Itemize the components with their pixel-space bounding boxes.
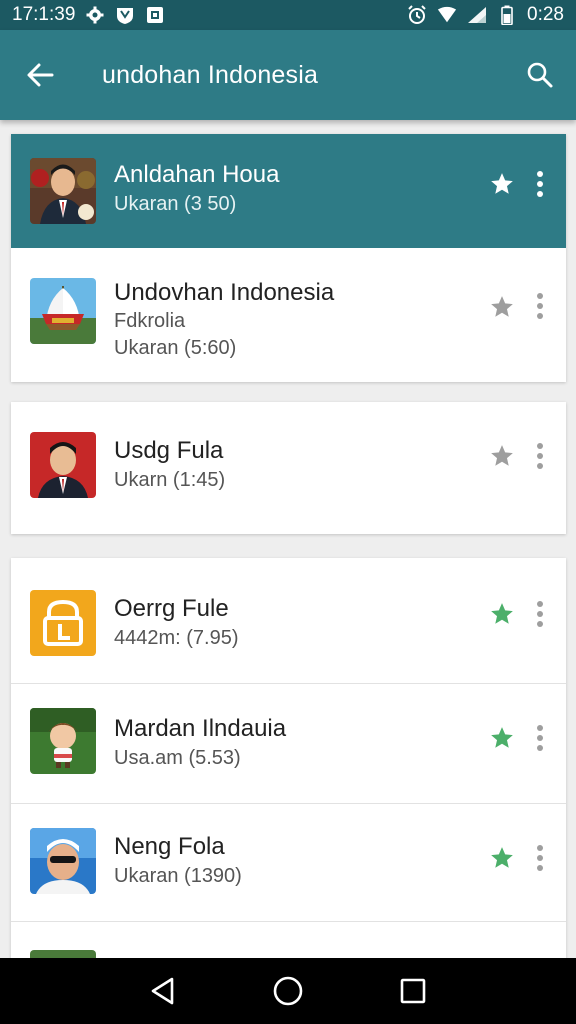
more-vert-icon <box>537 601 543 627</box>
star-icon <box>491 296 513 317</box>
item-title: Anldahan Houa <box>114 161 280 188</box>
star-icon <box>491 445 513 466</box>
nav-recents-button[interactable] <box>388 966 438 1016</box>
nav-back-button[interactable] <box>138 966 188 1016</box>
more-vert-icon <box>537 443 543 469</box>
list-item[interactable]: Undovhan Indonesia Fdkrolia Ukaran (5:60… <box>11 248 566 382</box>
item-title: Neng Fola <box>114 833 225 860</box>
nav-recents-icon <box>401 978 426 1004</box>
star-icon <box>491 603 513 624</box>
item-subtitle: 4442m: (7.95) <box>114 627 239 649</box>
more-vert-icon <box>537 725 543 751</box>
list-card: Oerrg Fule 4442m: (7.95) Mardan Ilndauia… <box>11 558 566 968</box>
item-thumbnail <box>30 432 96 498</box>
back-button[interactable] <box>0 30 80 120</box>
search-icon <box>527 62 553 88</box>
list-item[interactable]: Usdg Fula Ukarn (1:45) <box>11 402 566 534</box>
item-thumbnail <box>30 590 96 656</box>
more-options-button[interactable] <box>528 720 552 756</box>
item-subtitle: Ukaran (3 50) <box>114 193 237 215</box>
settings-notification-icon <box>85 5 105 25</box>
app-icon <box>30 590 96 656</box>
more-options-button[interactable] <box>528 166 552 202</box>
item-thumbnail <box>30 708 96 774</box>
status-bar: 17:1:39 0:28 <box>0 0 576 30</box>
item-subtitle: Ukaran (1390) <box>114 865 242 887</box>
item-title: Oerrg Fule <box>114 595 229 622</box>
list-item[interactable]: Mardan Ilndauia Usa.am (5.53) <box>11 684 566 804</box>
list-item[interactable]: Anldahan Houa Ukaran (3 50) <box>11 134 566 248</box>
favorite-button[interactable] <box>488 844 516 872</box>
item-thumbnail <box>30 828 96 894</box>
more-options-button[interactable] <box>528 840 552 876</box>
favorite-button[interactable] <box>488 170 516 198</box>
signal-icon <box>467 5 487 25</box>
more-vert-icon <box>537 293 543 319</box>
more-options-button[interactable] <box>528 438 552 474</box>
item-subtitle: Ukarn (1:45) <box>114 469 226 491</box>
item-title: Undovhan Indonesia <box>114 279 335 306</box>
item-title: Mardan Ilndauia <box>114 715 287 742</box>
status-time-right: 0:28 <box>527 4 564 25</box>
nav-home-icon <box>273 976 303 1006</box>
favorite-button[interactable] <box>488 600 516 628</box>
item-thumbnail <box>30 158 96 224</box>
more-options-button[interactable] <box>528 596 552 632</box>
star-icon <box>491 173 513 194</box>
more-vert-icon <box>537 171 543 197</box>
alarm-icon <box>407 5 427 25</box>
search-button[interactable] <box>520 55 560 95</box>
favorite-button[interactable] <box>488 442 516 470</box>
list-item[interactable]: Oerrg Fule 4442m: (7.95) <box>11 558 566 684</box>
more-options-button[interactable] <box>528 288 552 324</box>
more-vert-icon <box>537 845 543 871</box>
arrow-back-icon <box>27 63 54 87</box>
item-subtitle: Fdkrolia <box>114 310 186 332</box>
star-icon <box>491 727 513 748</box>
list-card: Anldahan Houa Ukaran (3 50) Undovhan Ind… <box>11 134 566 382</box>
star-icon <box>491 847 513 868</box>
item-title: Usdg Fula <box>114 437 224 464</box>
app-bar: undohan Indonesia <box>0 30 576 120</box>
favorite-button[interactable] <box>488 724 516 752</box>
favorite-button[interactable] <box>488 293 516 321</box>
gallery-notification-icon <box>145 5 165 25</box>
item-subtitle: Usa.am (5.53) <box>114 747 241 769</box>
nav-back-icon <box>151 977 173 1005</box>
item-thumbnail <box>30 278 96 344</box>
page-title: undohan Indonesia <box>102 60 319 89</box>
battery-icon <box>497 5 517 25</box>
item-meta: Ukaran (5:60) <box>114 337 237 359</box>
wifi-icon <box>437 5 457 25</box>
list-item[interactable]: Neng Fola Ukaran (1390) <box>11 804 566 922</box>
list-card: Usdg Fula Ukarn (1:45) <box>11 402 566 534</box>
navigation-bar <box>0 958 576 1024</box>
nav-home-button[interactable] <box>263 966 313 1016</box>
status-time-left: 17:1:39 <box>12 4 76 25</box>
shield-notification-icon <box>115 5 135 25</box>
